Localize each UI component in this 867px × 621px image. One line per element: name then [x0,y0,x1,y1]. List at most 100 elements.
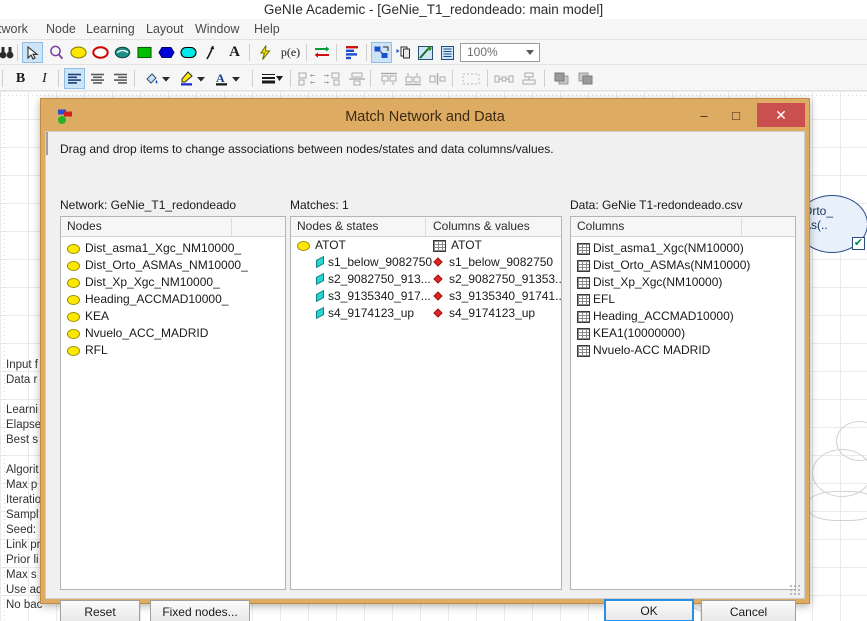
fill-color-icon[interactable] [141,68,162,89]
list-item[interactable]: KEA1(10000000) [571,325,795,342]
list-item[interactable]: s2_9082750_913... [291,271,431,288]
highlight-color-icon[interactable] [176,68,197,89]
italic-icon[interactable]: I [34,68,55,89]
list-item[interactable]: s1_below_9082750 [291,254,432,271]
sync-icon[interactable] [311,42,332,63]
align-center-icon[interactable] [87,68,108,89]
minimize-button[interactable]: – [689,103,719,127]
list-item[interactable]: Heading_ACCMAD10000) [571,308,795,325]
columns-values-column-header[interactable]: Columns & values [427,217,530,236]
list-item[interactable]: Dist_Orto_ASMAs_NM10000_ [61,257,285,274]
list-item[interactable]: Nvuelo_ACC_MADRID [61,325,285,342]
deterministic-node-icon[interactable] [178,42,199,63]
bring-front-icon[interactable] [551,68,572,89]
align-nodes-left-icon[interactable] [296,68,320,89]
probability-icon[interactable]: p(e) [280,42,301,63]
hexagon-node-icon[interactable] [156,42,177,63]
columns-list-panel[interactable]: Columns Dist_asma1_Xgc(NM10000) Dist_Ort… [570,216,796,590]
text-icon[interactable]: A [224,42,245,63]
list-item[interactable]: s2_9082750_91353... [427,271,561,288]
ok-button[interactable]: OK [604,599,694,621]
menu-item-node[interactable]: Node [40,19,82,40]
space-icon[interactable] [459,68,483,89]
font-color-icon[interactable]: A [211,68,232,89]
matrix-icon[interactable] [341,42,362,63]
list-item[interactable]: s3_9135340_917... [291,288,431,305]
fill-color-chevron-down-icon[interactable] [160,68,172,89]
list-item[interactable]: KEA [61,308,285,325]
list-item[interactable]: s4_9174123_up [427,305,561,322]
list-item[interactable]: EFL [571,291,795,308]
resize-grip[interactable] [789,584,800,595]
list-item[interactable]: s1_below_9082750 [427,254,561,271]
list-item[interactable]: Dist_asma1_Xgc_NM10000_ [61,240,285,257]
line-style-icon[interactable] [259,68,285,89]
list-item[interactable]: Dist_asma1_Xgc(NM10000) [571,240,795,257]
list-item[interactable]: RFL [61,342,285,359]
table-icon [577,310,590,323]
decision-node-icon[interactable] [90,42,111,63]
matches-list-panel[interactable]: Nodes & states Columns & values ATOT s1_… [290,216,562,590]
magnifier-icon[interactable] [46,42,67,63]
distribute-v-icon[interactable] [518,68,540,89]
list-item-label: s3_9135340_917... [328,289,431,303]
menu-item-network[interactable]: twork [0,19,34,40]
utility-node-icon[interactable] [112,42,133,63]
column-divider[interactable] [231,218,232,236]
reset-button[interactable]: Reset [60,600,140,621]
toolbar-separator [2,70,3,87]
column-divider[interactable] [425,218,426,236]
align-nodes-bottom-icon[interactable] [401,68,425,89]
bold-icon[interactable]: B [10,68,31,89]
list-item[interactable]: Dist_Xp_Xgc(NM10000) [571,274,795,291]
nodes-column-header[interactable]: Nodes [61,217,102,236]
list-item[interactable]: ATOT [427,237,561,254]
font-color-chevron-down-icon[interactable] [230,68,242,89]
menu-item-layout[interactable]: Layout [140,19,190,40]
list-item[interactable]: Heading_ACCMAD10000_ [61,291,285,308]
fixed-nodes-button[interactable]: Fixed nodes... [150,600,250,621]
align-nodes-center-v-icon[interactable] [427,68,449,89]
log-line: Learni [6,404,38,416]
chance-node-icon[interactable] [68,42,89,63]
lightning-icon[interactable] [255,42,276,63]
list-item[interactable]: Dist_Orto_ASMAs(NM10000) [571,257,795,274]
zoom-level-combobox[interactable]: 100% [460,43,540,62]
menu-item-window[interactable]: Window [189,19,245,40]
align-right-icon[interactable] [110,68,131,89]
align-nodes-right-icon[interactable] [320,68,344,89]
list-item[interactable]: Nvuelo-ACC MADRID [571,342,795,359]
menu-item-learning[interactable]: Learning [80,19,141,40]
list-item-label: RFL [85,343,108,357]
menu-item-help[interactable]: Help [248,19,286,40]
binoculars-icon[interactable] [0,42,17,63]
table-icon [577,327,590,340]
distribute-h-icon[interactable] [492,68,516,89]
arc-icon[interactable] [200,42,221,63]
square-node-icon[interactable] [134,42,155,63]
validate-icon[interactable] [415,42,436,63]
align-nodes-center-h-icon[interactable] [346,68,368,89]
columns-column-header[interactable]: Columns [571,217,624,236]
list-item[interactable]: s3_9135340_91741... [427,288,561,305]
network-icon[interactable] [371,42,392,63]
copy-icon[interactable] [393,42,414,63]
pointer-icon[interactable] [22,42,43,63]
log-icon[interactable] [437,42,458,63]
list-item[interactable]: ATOT [291,237,427,254]
cancel-button[interactable]: Cancel [701,600,796,621]
nodes-list-panel[interactable]: Nodes Dist_asma1_Xgc_NM10000_ Dist_Orto_… [60,216,286,590]
highlight-color-chevron-down-icon[interactable] [195,68,207,89]
dialog-title-bar[interactable]: Match Network and Data – □ ✕ [45,103,805,131]
list-item-label: EFL [593,292,616,306]
list-item[interactable]: s4_9174123_up [291,305,427,322]
list-item[interactable]: Dist_Xp_Xgc_NM10000_ [61,274,285,291]
close-button[interactable]: ✕ [757,103,805,127]
nodes-states-column-header[interactable]: Nodes & states [291,217,378,236]
send-back-icon[interactable] [575,68,596,89]
align-left-icon[interactable] [64,68,85,89]
maximize-button[interactable]: □ [721,103,751,127]
table-icon [577,293,590,306]
align-nodes-top-icon[interactable] [377,68,401,89]
column-divider[interactable] [741,218,742,236]
